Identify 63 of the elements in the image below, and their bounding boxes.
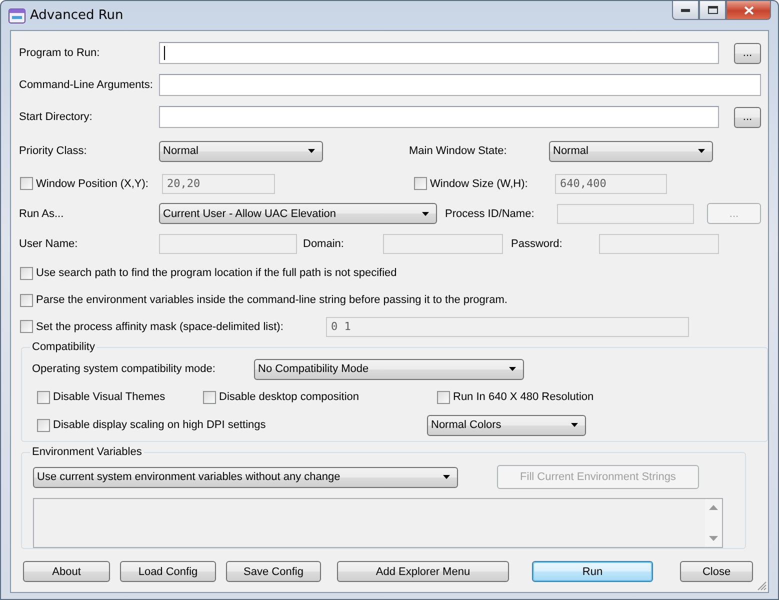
checkbox[interactable] [37, 390, 50, 404]
checkbox-label: Window Position (X,Y): [36, 178, 150, 190]
dropdown[interactable]: Normal Colors [427, 414, 586, 436]
caret-icon [443, 475, 450, 479]
button[interactable]: Add Explorer Menu [337, 561, 509, 582]
checkbox-label: Run In 640 X 480 Resolution [453, 391, 594, 403]
scroll-down-icon [709, 536, 718, 541]
scroll-up-icon [709, 505, 718, 510]
app-window-icon [8, 8, 26, 24]
checkbox-label: Window Size (W,H): [430, 178, 529, 190]
field-label: Command-Line Arguments: [19, 79, 154, 91]
text-field[interactable] [159, 42, 719, 64]
text-field[interactable] [159, 106, 719, 128]
checkbox[interactable] [437, 390, 450, 404]
caret-icon [308, 149, 315, 153]
field-label: Process ID/Name: [445, 208, 536, 220]
checkbox[interactable] [20, 266, 33, 280]
caret-icon [422, 212, 429, 216]
field-label: Domain: [303, 238, 345, 250]
minimize-icon [681, 8, 690, 12]
button[interactable]: ... [734, 106, 761, 128]
checkbox-label: Disable desktop composition [219, 391, 360, 403]
field-label: Program to Run: [19, 47, 101, 59]
checkbox-label: Use search path to find the program location if the full path is not specified [36, 267, 397, 279]
checkbox-label: Disable display scaling on high DPI settings [53, 419, 267, 431]
button[interactable]: ... [734, 42, 761, 64]
dropdown[interactable]: Normal [159, 140, 323, 162]
text-area[interactable] [33, 498, 723, 548]
checkbox-label: Set the process affinity mask (space-delimited list): [36, 320, 284, 332]
button[interactable]: About [23, 561, 110, 582]
group-title: Compatibility [30, 341, 97, 354]
caret-icon [571, 423, 578, 427]
close-button[interactable] [726, 1, 771, 20]
window-title: Advanced Run [30, 8, 124, 23]
caret-icon [509, 367, 516, 371]
field-label: Password: [511, 238, 564, 250]
field-label: Main Window State: [409, 145, 508, 157]
checkbox[interactable] [203, 390, 216, 404]
field-label: User Name: [19, 238, 79, 250]
text-field[interactable] [159, 74, 761, 96]
button[interactable]: Close [680, 561, 753, 582]
dropdown[interactable]: Use current system environment variables without any change [33, 466, 458, 488]
button[interactable]: Run [532, 561, 653, 582]
checkbox[interactable] [37, 418, 50, 432]
maximize-button[interactable] [699, 1, 726, 20]
button[interactable]: Load Config [120, 561, 216, 582]
field-label: Run As... [19, 208, 65, 220]
dropdown[interactable]: Current User - Allow UAC Elevation [159, 203, 437, 224]
checkbox[interactable] [20, 294, 33, 306]
text-cursor [164, 46, 165, 60]
field-label: Start Directory: [19, 111, 94, 123]
resize-grip-icon [757, 581, 767, 591]
dropdown[interactable]: No Compatibility Mode [254, 358, 524, 380]
field-label: Operating system compatibility mode: [32, 363, 216, 375]
dropdown[interactable]: Normal [549, 140, 713, 162]
field-label: Priority Class: [19, 145, 88, 157]
close-icon [744, 6, 754, 14]
checkbox-label: Parse the environment variables inside the command-line string before passing it to the program. [36, 294, 508, 306]
button[interactable]: Save Config [226, 561, 321, 582]
maximize-icon [708, 6, 718, 14]
minimize-button[interactable] [672, 1, 699, 20]
checkbox-label: Disable Visual Themes [53, 391, 166, 403]
caret-icon [698, 149, 705, 153]
